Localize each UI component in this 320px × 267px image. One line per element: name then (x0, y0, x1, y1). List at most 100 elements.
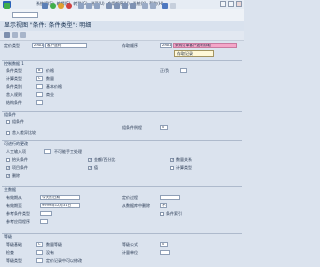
delete-db-label: 从数据库中删除 (122, 203, 150, 208)
check-label: 检查 (6, 250, 14, 255)
scale-formula-field[interactable]: 0 (160, 242, 168, 247)
pricing-proc-field[interactable] (160, 195, 180, 200)
close-icon[interactable] (236, 1, 242, 7)
changes-section-divider (2, 140, 242, 141)
rounding-diff-checkbox[interactable] (6, 131, 10, 135)
exit-icon[interactable] (58, 3, 64, 9)
delete-checkbox[interactable] (6, 173, 10, 178)
pricing-proc-label: 定价过程 (122, 195, 138, 200)
calc-type-change-label: 计算类型 (176, 165, 192, 170)
find-next-icon[interactable] (94, 3, 100, 9)
valid-from-field[interactable]: 今天的日期 (40, 195, 80, 200)
command-field[interactable] (12, 12, 38, 18)
header-cond-checkbox[interactable] (6, 158, 10, 162)
group-section-title: 组条件 (4, 112, 16, 117)
application-toolbar (0, 31, 244, 41)
scales-section-divider (2, 233, 242, 234)
rounding-diff-label: 舍入差异比较 (12, 130, 36, 135)
rounding-label: 舍入规则 (6, 92, 22, 97)
cond-type-text-field[interactable]: 客户返利 (45, 43, 87, 48)
rounding-text: 商业 (46, 92, 54, 97)
previous-page-icon[interactable] (114, 3, 120, 9)
access-seq-text-field[interactable]: 采购订单客户返利存取 (173, 43, 237, 48)
cond-index-label: 条件索引 (166, 211, 182, 216)
cond-class-label: 条件类型 (6, 68, 22, 73)
control-section-title: 控制数据 1 (4, 61, 24, 66)
display-change-icon[interactable] (4, 32, 10, 38)
layout-menu-icon[interactable] (170, 3, 176, 9)
group-cond-checkbox[interactable] (6, 120, 10, 124)
page-title: 显示视图 "条件: 条件类型": 明细 (4, 22, 92, 29)
previous-entry-icon[interactable] (12, 32, 18, 38)
find-icon[interactable] (86, 3, 92, 9)
cancel-icon[interactable] (66, 3, 72, 9)
save-icon[interactable] (42, 3, 48, 9)
qty-relation-checkbox[interactable] (170, 157, 174, 162)
new-session-icon[interactable] (142, 3, 148, 9)
cond-cat-label: 条件类别 (6, 84, 22, 89)
delete-db-field[interactable]: 不 (160, 203, 167, 208)
group-section-divider (2, 111, 242, 112)
item-cond-checkbox[interactable] (6, 165, 10, 170)
access-seq-label: 存取顺序 (122, 43, 138, 48)
ref-app-field[interactable] (40, 219, 48, 224)
cond-class-field[interactable]: B (36, 68, 43, 73)
check-text: 没有 (46, 250, 54, 255)
value-checkbox[interactable] (88, 165, 92, 170)
item-cond-label: 项目条件 (12, 165, 28, 170)
next-page-icon[interactable] (122, 3, 128, 9)
calc-type-field[interactable]: C (36, 76, 43, 81)
delete-label: 删除 (12, 173, 20, 178)
minimize-icon[interactable] (220, 1, 226, 7)
access-seq-code-field[interactable]: ZRA1 (160, 43, 172, 48)
unit-field[interactable] (160, 250, 170, 255)
scale-basis-field[interactable]: C (36, 242, 43, 247)
changes-section-title: 可进行的更改 (4, 141, 28, 146)
ref-app-label: 参考应用程序 (6, 219, 30, 224)
plus-minus-field[interactable] (180, 68, 187, 73)
qty-relation-label: 数量关系 (176, 157, 192, 162)
cond-cat-field[interactable] (36, 84, 43, 89)
scales-section-title: 等级 (4, 234, 12, 239)
plus-minus-label: 正/负 (160, 68, 170, 73)
amount-percent-label: 金额/百分比 (94, 157, 116, 162)
last-page-icon[interactable] (130, 3, 136, 9)
control-section-divider (2, 60, 242, 61)
enter-icon[interactable] (4, 3, 10, 9)
unit-label: 计量单位 (122, 250, 138, 255)
amount-percent-checkbox[interactable] (88, 157, 92, 162)
rounding-field[interactable] (36, 92, 43, 97)
print-icon[interactable] (78, 3, 84, 9)
scale-type-field[interactable] (36, 258, 43, 263)
manual-entry-field[interactable] (44, 149, 51, 154)
access-records-popup[interactable]: 存取记录 (174, 50, 214, 57)
maximize-icon[interactable] (228, 1, 234, 7)
ref-cond-type-field[interactable] (40, 211, 52, 216)
cond-index-checkbox[interactable] (160, 212, 164, 216)
shortcut-icon[interactable] (150, 3, 156, 9)
scale-basis-text: 数量等级 (46, 242, 62, 247)
next-entry-icon[interactable] (20, 32, 26, 38)
cond-class-text: 价格 (46, 68, 54, 73)
valid-to-label: 有效期至 (6, 203, 22, 208)
cond-type-label: 定价类型 (4, 43, 20, 48)
calc-type-change-checkbox[interactable] (170, 166, 174, 170)
manual-entry-text: 不可能手工处理 (54, 149, 82, 154)
scale-type-text: 定价记录中可以修改 (46, 258, 82, 263)
value-label: 值 (94, 165, 98, 170)
calc-type-label: 计算类型 (6, 76, 22, 81)
structure-cond-field[interactable] (36, 100, 43, 105)
group-cond-label: 组条件 (12, 119, 24, 124)
scale-type-label: 等级类型 (6, 258, 22, 263)
group-routine-field[interactable]: 0 (160, 125, 168, 130)
first-page-icon[interactable] (106, 3, 112, 9)
back-icon[interactable] (50, 3, 56, 9)
cond-type-code-field[interactable]: ZRA1 (32, 43, 44, 48)
group-routine-label: 组条件例程 (122, 125, 142, 130)
valid-to-field[interactable]: 9999年12月31日 (40, 203, 80, 208)
structure-cond-label: 结构条件 (6, 100, 22, 105)
help-icon[interactable] (162, 3, 168, 9)
check-field[interactable] (36, 250, 43, 255)
scale-basis-label: 等级基础 (6, 242, 22, 247)
valid-from-label: 有效期从 (6, 195, 22, 200)
